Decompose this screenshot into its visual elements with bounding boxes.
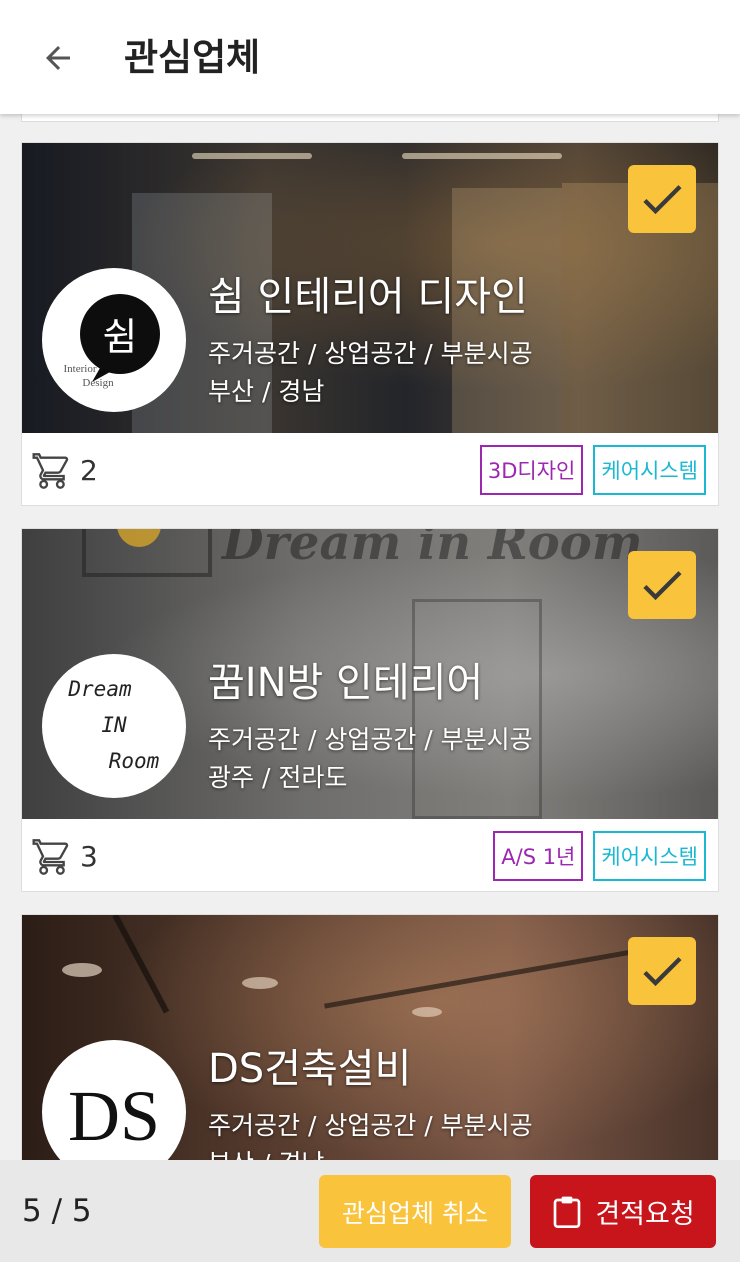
bottom-action-bar: 5 / 5 관심업체 취소 견적요청 <box>0 1160 740 1262</box>
company-services: 주거공간 / 상업공간 / 부분시공 <box>208 1111 533 1140</box>
logo-text: IN <box>101 713 127 737</box>
cart-indicator: 3 <box>32 837 98 877</box>
cart-icon <box>32 453 69 489</box>
app-bar: 관심업체 <box>0 0 740 114</box>
check-icon <box>643 185 682 215</box>
company-region: 광주 / 전라도 <box>208 763 348 792</box>
back-button[interactable] <box>34 34 82 82</box>
company-region: 부산 / 경남 <box>208 1146 324 1160</box>
company-logo: 쉼 Interior Design <box>42 268 186 412</box>
feature-tags: 3D디자인 케어시스템 <box>479 445 706 495</box>
logo-text: DS <box>68 1076 160 1156</box>
feature-tag: 케어시스템 <box>593 831 706 881</box>
favorite-company-list[interactable]: 쉼 Interior Design 쉼 인테리어 디자인 주거공간 / 상업공간… <box>0 114 740 1160</box>
card-footer: 3 A/S 1년 케어시스템 <box>22 819 718 891</box>
logo-text: Dream <box>67 677 132 701</box>
request-quote-label: 견적요청 <box>595 1199 695 1230</box>
feature-tag: 3D디자인 <box>479 445 584 495</box>
logo-text: 쉼 <box>103 315 138 359</box>
logo-text: Room <box>109 749 160 773</box>
company-card[interactable]: Dream in Room Dream IN Room 꿈IN방 인테리어 주거… <box>21 528 719 892</box>
company-name: 쉼 인테리어 디자인 <box>208 274 528 320</box>
check-icon <box>643 957 682 987</box>
company-services: 주거공간 / 상업공간 / 부분시공 <box>208 725 533 754</box>
request-quote-button[interactable]: 견적요청 <box>530 1175 716 1248</box>
company-cover-image: Dream in Room Dream IN Room 꿈IN방 인테리어 주거… <box>22 529 718 819</box>
page-title: 관심업체 <box>124 36 261 79</box>
company-cover-image: 쉼 Interior Design 쉼 인테리어 디자인 주거공간 / 상업공간… <box>22 143 718 433</box>
previous-card-edge <box>21 114 719 122</box>
card-footer: 2 3D디자인 케어시스템 <box>22 433 718 505</box>
company-logo: DS <box>42 1040 186 1160</box>
cart-indicator: 2 <box>32 451 98 491</box>
logo-text: Design <box>82 377 114 389</box>
feature-tags: A/S 1년 케어시스템 <box>493 831 706 881</box>
favorite-check-toggle[interactable] <box>628 937 696 1005</box>
arrow-left-icon <box>46 46 70 70</box>
company-logo: Dream IN Room <box>42 654 186 798</box>
company-card[interactable]: DS DS건축설비 주거공간 / 상업공간 / 부분시공 부산 / 경남 <box>21 914 719 1160</box>
company-cover-image: DS DS건축설비 주거공간 / 상업공간 / 부분시공 부산 / 경남 <box>22 915 718 1160</box>
cancel-favorite-button[interactable]: 관심업체 취소 <box>319 1175 511 1248</box>
check-icon <box>643 571 682 601</box>
company-name: 꿈IN방 인테리어 <box>208 660 484 706</box>
feature-tag: 케어시스템 <box>593 445 706 495</box>
cart-icon <box>32 839 69 875</box>
feature-tag: A/S 1년 <box>493 831 584 881</box>
wall-lettering: Dream in Room <box>222 529 643 571</box>
cart-count: 3 <box>80 840 98 873</box>
company-region: 부산 / 경남 <box>208 377 325 406</box>
clipboard-icon <box>553 1196 581 1228</box>
cart-count: 2 <box>80 454 98 487</box>
favorite-check-toggle[interactable] <box>628 165 696 233</box>
page-indicator: 5 / 5 <box>22 1193 92 1229</box>
favorite-check-toggle[interactable] <box>628 551 696 619</box>
company-card[interactable]: 쉼 Interior Design 쉼 인테리어 디자인 주거공간 / 상업공간… <box>21 142 719 506</box>
company-services: 주거공간 / 상업공간 / 부분시공 <box>208 339 533 368</box>
company-name: DS건축설비 <box>208 1046 412 1092</box>
logo-text: Interior <box>64 363 97 375</box>
